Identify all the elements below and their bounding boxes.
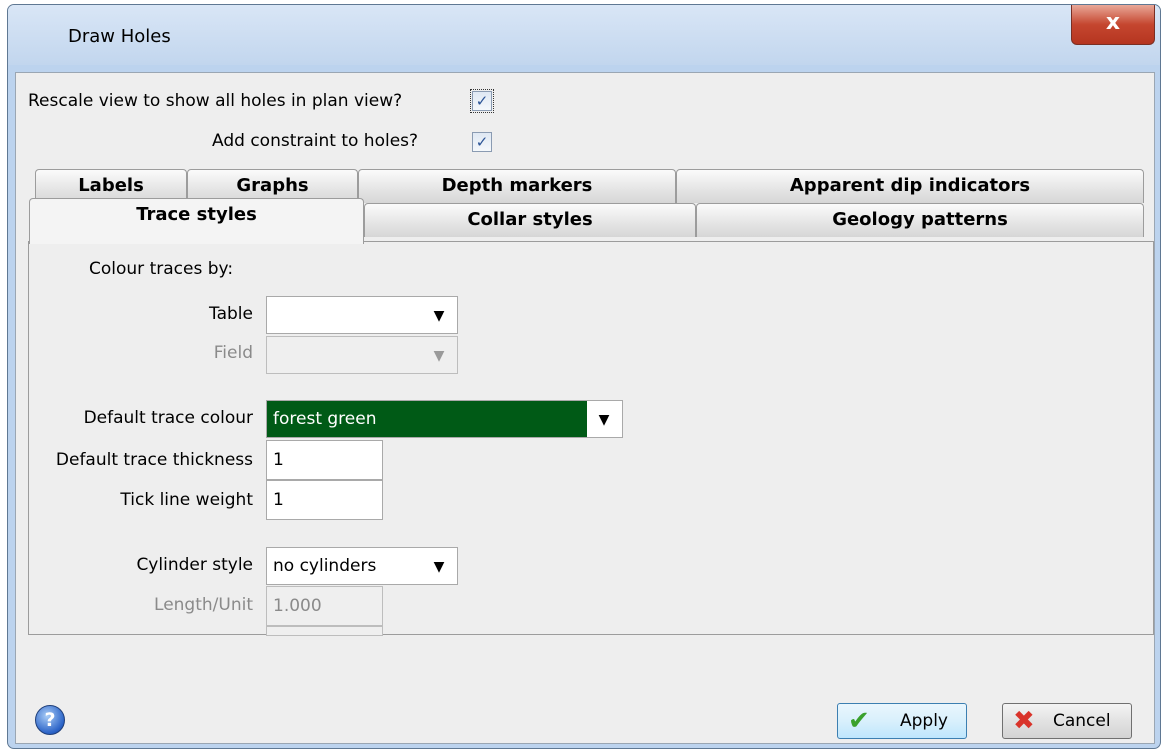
cylinder-style-value: no cylinders xyxy=(273,556,377,576)
chevron-down-icon: ▼ xyxy=(598,412,610,428)
tab-apparent-dip-indicators[interactable]: Apparent dip indicators xyxy=(676,169,1144,203)
constraint-checkbox[interactable]: ✓ xyxy=(472,132,492,152)
chevron-down-icon: ▼ xyxy=(433,308,445,324)
cancel-button[interactable]: ✖ Cancel xyxy=(1002,703,1132,739)
rescale-checkbox[interactable]: ✓ xyxy=(470,89,494,113)
tab-trace-styles[interactable]: Trace styles xyxy=(29,198,364,244)
table-dropdown[interactable]: ▼ xyxy=(266,296,458,334)
length-unit-input[interactable]: 1.000 xyxy=(266,586,383,626)
table-label: Table xyxy=(209,304,253,324)
window-title: Draw Holes xyxy=(68,26,171,47)
chevron-down-icon: ▼ xyxy=(433,348,445,364)
rescale-label: Rescale view to show all holes in plan v… xyxy=(28,91,403,111)
checkmark-icon: ✔ xyxy=(848,706,870,736)
tab-geology-patterns[interactable]: Geology patterns xyxy=(696,203,1144,237)
title-bar: Draw Holes x xyxy=(8,5,1160,65)
draw-holes-window: Draw Holes x Rescale view to show all ho… xyxy=(7,4,1161,749)
constraint-label: Add constraint to holes? xyxy=(212,131,419,151)
default-colour-value: forest green xyxy=(273,409,377,429)
trace-styles-panel: Colour traces by: Table ▼ Field ▼ Defaul… xyxy=(28,241,1154,636)
cylinder-style-label: Cylinder style xyxy=(136,555,253,575)
close-icon: x xyxy=(1105,10,1121,35)
apply-label: Apply xyxy=(900,711,948,731)
field-dropdown[interactable]: ▼ xyxy=(266,336,458,374)
tab-collar-styles[interactable]: Collar styles xyxy=(364,203,696,237)
tick-weight-input[interactable]: 1 xyxy=(266,480,383,520)
length-unit-label: Length/Unit xyxy=(154,595,253,615)
thickness-label: Default trace thickness xyxy=(55,450,253,470)
default-colour-dropdown[interactable]: forest green ▼ xyxy=(266,400,623,438)
tick-weight-label: Tick line weight xyxy=(120,490,253,510)
tab-trace-styles-label: Trace styles xyxy=(136,204,257,225)
thickness-input[interactable]: 1 xyxy=(266,440,383,480)
close-button[interactable]: x xyxy=(1071,5,1155,45)
colour-by-label: Colour traces by: xyxy=(89,259,234,279)
check-icon: ✓ xyxy=(475,92,489,110)
cancel-label: Cancel xyxy=(1053,711,1111,731)
field-label: Field xyxy=(213,343,253,363)
tab-depth-markers[interactable]: Depth markers xyxy=(358,169,676,203)
chevron-down-icon: ▼ xyxy=(433,559,445,575)
extra-input[interactable] xyxy=(266,626,383,636)
help-button[interactable]: ? xyxy=(35,705,65,735)
help-icon: ? xyxy=(44,709,56,731)
default-colour-label: Default trace colour xyxy=(83,408,253,428)
cancel-x-icon: ✖ xyxy=(1013,706,1035,736)
apply-button[interactable]: ✔ Apply xyxy=(837,703,967,739)
check-icon: ✓ xyxy=(475,133,489,151)
cylinder-style-dropdown[interactable]: no cylinders ▼ xyxy=(266,547,458,585)
